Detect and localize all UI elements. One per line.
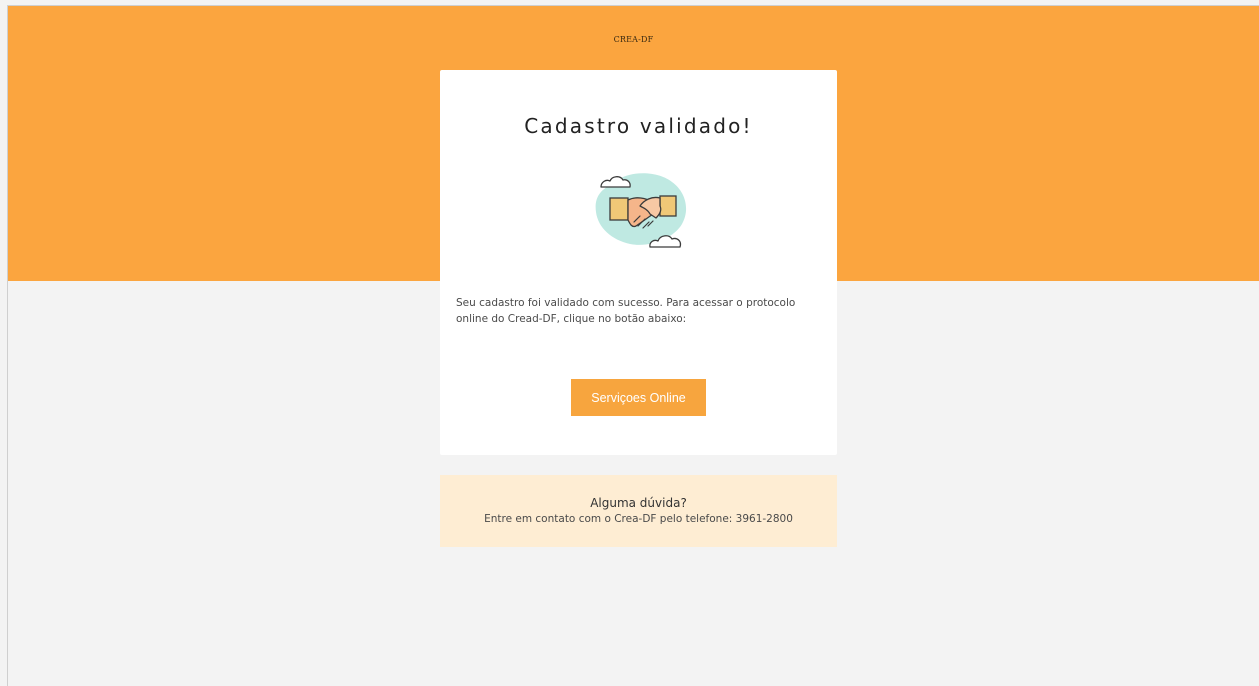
help-box: Alguma dúvida? Entre em contato com o Cr… <box>440 475 837 547</box>
help-contact-text: Entre em contato com o Crea-DF pelo tele… <box>484 513 793 525</box>
help-title: Alguma dúvida? <box>590 496 687 510</box>
online-services-button[interactable]: Serviçoes Online <box>571 379 706 416</box>
page-frame: CREA-DF Cadastro validado! Seu cadastro … <box>7 5 1259 686</box>
handshake-icon <box>590 166 696 256</box>
validation-message: Seu cadastro foi validado com sucesso. P… <box>456 297 796 325</box>
brand-label: CREA-DF <box>613 35 654 44</box>
validation-card: Cadastro validado! Seu cadastro foi vali… <box>440 70 837 455</box>
card-title: Cadastro validado! <box>524 114 753 138</box>
